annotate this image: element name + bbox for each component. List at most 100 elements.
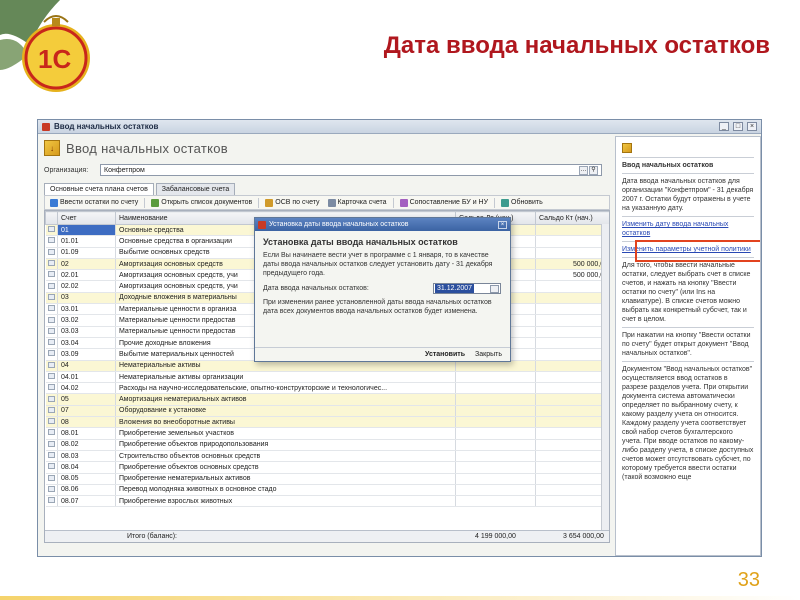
select-dots-icon[interactable]: …	[579, 165, 588, 175]
total-label: Итого (баланс):	[127, 533, 177, 540]
cell-debit	[455, 473, 536, 485]
dialog-titlebar[interactable]: Установка даты ввода начальных остатков …	[255, 218, 510, 231]
table-row[interactable]: 04.01 Нематериальные активы организации	[45, 371, 609, 384]
date-row: Дата ввода начальных остатков: 31.12.200…	[263, 283, 502, 294]
balances-form-icon: ↓	[44, 140, 60, 156]
cell-debit	[455, 495, 536, 508]
cell-debit	[455, 427, 536, 440]
cell-credit	[535, 484, 609, 497]
row-icon	[45, 269, 58, 282]
close-icon[interactable]: ×	[747, 122, 757, 131]
table-row[interactable]: 07 Оборудование к установке	[45, 405, 609, 418]
organization-field[interactable]: Конфетпром … ⚲	[100, 164, 602, 176]
cell-credit	[535, 393, 609, 406]
window-titlebar[interactable]: Ввод начальных остатков _ □ ×	[38, 120, 761, 134]
cell-name: Приобретение объектов природопользования	[115, 439, 456, 451]
set-button[interactable]: Установить	[425, 351, 465, 358]
table-row[interactable]: 08.04 Приобретение объектов основных сред…	[45, 461, 609, 474]
row-icon	[45, 371, 58, 384]
account-card-button[interactable]: Карточка счета	[326, 198, 389, 207]
help-panel-icon	[622, 143, 632, 153]
cell-credit	[535, 348, 609, 361]
cell-credit	[535, 405, 609, 418]
table-row[interactable]: 08 Вложения во внеоборотные активы	[45, 416, 609, 429]
dialog-close-icon[interactable]: ×	[498, 220, 507, 229]
refresh-icon	[501, 198, 510, 207]
compare-icon	[399, 198, 408, 207]
table-row[interactable]: 08.05 Приобретение нематериальных активов	[45, 473, 609, 485]
enter-balance-button[interactable]: Ввести остатки по счету	[48, 198, 140, 207]
cell-account: 03.03	[57, 326, 116, 338]
account-row-icon	[47, 339, 55, 346]
cell-name: Амортизация нематериальных активов	[115, 393, 456, 406]
cell-credit	[535, 247, 609, 259]
table-row[interactable]: 08.06 Перевод молодняка животных в основн…	[45, 484, 609, 497]
cell-account: 01	[57, 224, 116, 237]
help-text-button: При нажатии на кнопку "Ввести остатки по…	[622, 332, 751, 357]
cell-account: 02.01	[57, 269, 116, 282]
dialog-instruction-text: Если Вы начинаете вести учет в программе…	[263, 252, 493, 277]
table-row[interactable]: 08.07 Приобретение взрослых животных	[45, 495, 609, 508]
toolbar-separator	[392, 197, 394, 208]
cell-account: 08.01	[57, 427, 116, 440]
vertical-scrollbar[interactable]	[601, 224, 609, 532]
row-icon	[45, 280, 58, 293]
table-row[interactable]: 08.03 Строительство объектов основных сре…	[45, 450, 609, 463]
date-input[interactable]: 31.12.2007	[433, 283, 501, 294]
table-row[interactable]: 04.02 Расходы на научно-исследовательские…	[45, 382, 609, 395]
compare-bu-nu-button[interactable]: Сопоставление БУ и НУ	[398, 198, 490, 207]
maximize-icon[interactable]: □	[733, 122, 743, 131]
help-separator	[622, 361, 754, 362]
column-header-account[interactable]: Счет	[57, 211, 116, 225]
row-icon	[45, 461, 58, 474]
cell-account: 03.02	[57, 314, 116, 327]
help-separator	[622, 327, 754, 328]
refresh-button[interactable]: Обновить	[499, 198, 545, 207]
table-row[interactable]: 08.01 Приобретение земельных участков	[45, 427, 609, 440]
cell-credit	[535, 280, 609, 293]
change-date-link[interactable]: Изменить дату ввода начальных остатков	[622, 220, 754, 238]
search-icon[interactable]: ⚲	[589, 165, 598, 175]
cell-account: 08.02	[57, 439, 116, 451]
account-card-label: Карточка счета	[337, 199, 387, 206]
cell-account: 08.07	[57, 495, 116, 508]
account-row-icon	[47, 497, 55, 504]
row-icon	[45, 314, 58, 327]
cell-credit	[535, 439, 609, 451]
close-button[interactable]: Закрыть	[475, 351, 502, 358]
account-row-icon	[47, 463, 55, 470]
cell-name: Приобретение земельных участков	[115, 427, 456, 440]
cell-name: Строительство объектов основных средств	[115, 450, 456, 463]
help-panel: Ввод начальных остатков Дата ввода начал…	[615, 136, 761, 556]
table-row[interactable]: 08.02 Приобретение объектов природопользо…	[45, 439, 609, 451]
cell-name: Нематериальные активы организации	[115, 371, 456, 384]
toolbar: Ввести остатки по счету Открыть список д…	[44, 195, 610, 210]
cell-account: 07	[57, 405, 116, 418]
tab-off-balance-accounts[interactable]: Забалансовые счета	[155, 183, 236, 195]
minimize-icon[interactable]: _	[719, 122, 729, 131]
cell-account: 04	[57, 360, 116, 372]
help-separator	[622, 216, 754, 217]
tab-main-accounts[interactable]: Основные счета плана счетов	[44, 183, 154, 195]
account-row-icon	[47, 485, 55, 492]
open-documents-button[interactable]: Открыть список документов	[149, 198, 254, 207]
dialog-app-icon	[258, 220, 266, 229]
row-icon	[45, 348, 58, 361]
svg-text:1С: 1С	[38, 44, 71, 74]
osv-report-button[interactable]: ОСВ по счету	[263, 198, 321, 207]
cell-debit	[455, 405, 536, 418]
dialog-heading: Установка даты ввода начальных остатков	[263, 237, 458, 247]
table-row[interactable]: 05 Амортизация нематериальных активов	[45, 393, 609, 406]
cell-account: 02.02	[57, 280, 116, 293]
cell-credit	[535, 461, 609, 474]
row-icon	[45, 337, 58, 350]
cell-account: 08	[57, 416, 116, 429]
calendar-icon[interactable]	[490, 284, 499, 293]
help-separator	[622, 173, 754, 174]
cell-credit	[535, 303, 609, 316]
account-tabs: Основные счета плана счетов Забалансовые…	[44, 183, 612, 195]
cell-account: 01.09	[57, 247, 116, 259]
cell-account: 08.05	[57, 473, 116, 485]
column-header-credit[interactable]: Сальдо Кт (нач.)	[535, 211, 609, 225]
cell-credit: 500 000,00	[535, 258, 609, 271]
